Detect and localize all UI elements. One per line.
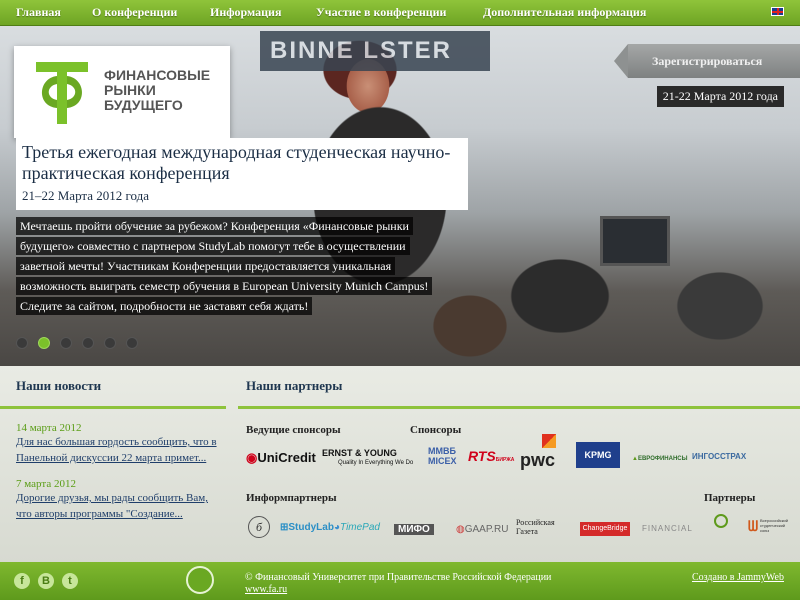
logo-line-3: БУДУЩЕГО	[104, 97, 183, 113]
ernst-young-text: ERNST & YOUNG	[322, 448, 397, 458]
micex-text-en: MICEX	[428, 456, 457, 466]
rossiyskaya-gazeta-logo[interactable]: Российская Газета	[516, 518, 555, 536]
register-button[interactable]: Зарегистрироваться	[614, 44, 800, 78]
timepad-logo[interactable]: ◕TimePad	[334, 522, 380, 533]
pwc-text: pwc	[520, 450, 556, 470]
news-date: 7 марта 2012	[16, 478, 76, 490]
student-union-mark-icon: ᗯ	[748, 518, 759, 534]
slide-dot-1[interactable]	[16, 337, 28, 349]
hero-description-text: Мечтаешь пройти обучение за рубежом? Кон…	[16, 217, 433, 315]
mifo-logo[interactable]: МИФО	[394, 524, 434, 535]
logo-text: ФИНАНСОВЫЕ РЫНКИ БУДУЩЕГО	[104, 68, 210, 113]
news-item: 7 марта 2012 Дорогие друзья, мы рады соо…	[16, 478, 226, 522]
rts-text: RTS	[468, 448, 496, 464]
site-logo[interactable]: ФИНАНСОВЫЕ РЫНКИ БУДУЩЕГО	[14, 46, 230, 138]
made-by-link[interactable]: Создано в JammyWeb	[692, 572, 784, 583]
nav-item-info[interactable]: Информация	[210, 5, 281, 20]
pwc-mark-icon	[542, 434, 556, 448]
micex-logo[interactable]: ММВБ MICEX	[412, 446, 457, 466]
hero-description: Мечтаешь пройти обучение за рубежом? Кон…	[16, 216, 452, 316]
laptop-screen	[600, 216, 670, 266]
conference-title: Третья ежегодная международная студенчес…	[22, 142, 451, 183]
pwc-logo[interactable]: pwc	[520, 434, 556, 471]
unicredit-logo[interactable]: ◉UniCredit	[246, 450, 316, 466]
top-navigation: Главная О конференции Информация Участие…	[0, 0, 800, 26]
news-date: 14 марта 2012	[16, 422, 82, 434]
partners-divider	[238, 406, 800, 409]
slider-pagination	[16, 336, 144, 354]
financial-text: FINANCIAL	[642, 524, 693, 533]
news-link[interactable]: Дорогие друзья, мы рады сообщить Вам, чт…	[16, 490, 226, 522]
logo-line-1: ФИНАНСОВЫЕ	[104, 67, 211, 83]
partner-ring-icon	[714, 514, 728, 528]
info-partner-emblem-icon[interactable]: б	[248, 516, 270, 538]
changebridge-logo[interactable]: ChangeBridge	[580, 522, 630, 536]
rts-logo[interactable]: RTSБИРЖА	[468, 448, 514, 464]
ernst-young-logo[interactable]: ERNST & YOUNG Quality In Everything We D…	[322, 448, 413, 468]
conference-date: 21–22 Марта 2012 года	[22, 188, 150, 203]
studylab-logo[interactable]: ⊞StudyLab	[280, 522, 334, 533]
news-section-title: Наши новости	[16, 378, 102, 393]
news-link[interactable]: Для нас большая гордость сообщить, что в…	[16, 434, 226, 466]
timepad-text: TimePad	[340, 522, 380, 533]
ernst-young-tagline: Quality In Everything We Do	[338, 460, 414, 466]
info-partners-label: Информпартнеры	[246, 492, 337, 504]
rg-line-2: Газета	[516, 527, 538, 536]
studylab-text: StudyLab	[288, 522, 334, 533]
nav-item-about[interactable]: О конференции	[92, 5, 177, 20]
rg-line-1: Российская	[516, 518, 555, 527]
nav-item-participation[interactable]: Участие в конференции	[316, 5, 446, 20]
slide-dot-3[interactable]	[60, 337, 72, 349]
slide-dot-2[interactable]	[38, 337, 50, 349]
conference-title-box: Третья ежегодная международная студенчес…	[16, 138, 468, 210]
logo-line-2: РЫНКИ	[104, 82, 156, 98]
copyright-text: © Финансовый Университет при Правительст…	[245, 572, 552, 583]
partners-section-title: Наши партнеры	[246, 378, 343, 393]
hero-slider: BINNE LSTER ФИНАНСОВЫЕ РЫНКИ БУДУЩЕГО За…	[0, 26, 800, 366]
event-date-badge: 21-22 Марта 2012 года	[656, 86, 784, 107]
gaap-text: GAAP.RU	[464, 524, 509, 535]
logo-phi-icon	[36, 62, 88, 124]
news-item: 14 марта 2012 Для нас большая гордость с…	[16, 422, 226, 466]
slide-dot-4[interactable]	[82, 337, 94, 349]
footer-copyright: © Финансовый Университет при Правительст…	[245, 572, 551, 596]
nav-item-home[interactable]: Главная	[16, 5, 61, 20]
financial-logo[interactable]: FINANCIAL	[642, 524, 693, 533]
background-sign: BINNE LSTER	[260, 31, 490, 71]
sponsors-label: Спонсоры	[410, 424, 462, 436]
university-seal-icon	[186, 566, 214, 594]
university-link[interactable]: www.fa.ru	[245, 584, 287, 595]
unicredit-mark-icon: ◉	[246, 450, 258, 465]
slide-dot-5[interactable]	[104, 337, 116, 349]
facebook-icon[interactable]: f	[14, 573, 30, 589]
twitter-icon[interactable]: t	[62, 573, 78, 589]
student-union-text: Всероссийский студенческий союз	[760, 518, 789, 533]
micex-text-ru: ММВБ	[428, 446, 456, 456]
uk-flag-icon[interactable]	[771, 7, 784, 16]
ingosstrakh-text: ИНГОССТРАХ	[692, 452, 747, 461]
vkontakte-icon[interactable]: B	[38, 573, 54, 589]
lead-sponsors-label: Ведущие спонсоры	[246, 424, 341, 436]
gaap-mark-icon: ◍	[456, 524, 465, 535]
partners-label: Партнеры	[704, 492, 756, 504]
footer: f B t © Финансовый Университет при Прави…	[0, 562, 800, 600]
partner-emblem-logo[interactable]	[708, 514, 736, 540]
content-area: Наши новости 14 марта 2012 Для нас больш…	[0, 366, 800, 562]
kpmg-logo[interactable]: KPMG	[576, 442, 620, 468]
gaap-logo[interactable]: ◍GAAP.RU	[456, 524, 508, 535]
slide-dot-6[interactable]	[126, 337, 138, 349]
mifo-text: МИФО	[398, 524, 430, 535]
kpmg-text: KPMG	[584, 450, 612, 460]
nav-item-additional[interactable]: Дополнительная информация	[483, 5, 646, 20]
eurofinance-logo[interactable]: ▲ЕВРОФИНАНСЫ	[632, 456, 688, 462]
eurofinance-text: ЕВРОФИНАНСЫ	[637, 456, 688, 462]
changebridge-text: ChangeBridge	[582, 525, 628, 532]
ingosstrakh-logo[interactable]: ИНГОССТРАХ	[692, 452, 746, 461]
unicredit-text: UniCredit	[257, 450, 316, 465]
news-divider	[0, 406, 226, 409]
rts-sub: БИРЖА	[495, 457, 515, 463]
